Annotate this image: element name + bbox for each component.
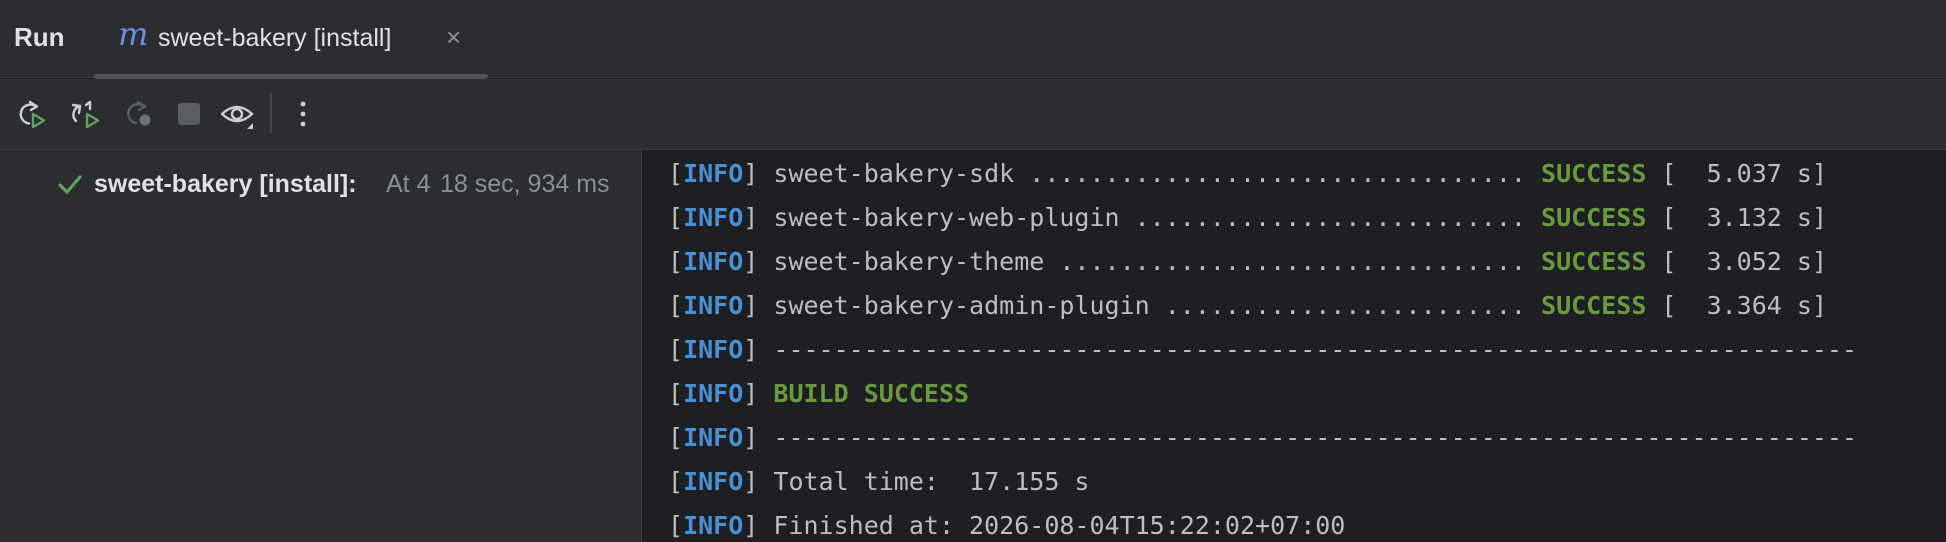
run-tree-pane: sweet-bakery [install]: At 4 18 sec, 934… [0,150,642,542]
log-level-info: INFO [683,335,744,364]
log-message: Total time: 17.155 s [758,467,1090,496]
log-message: sweet-bakery-admin-plugin ..............… [758,291,1542,320]
log-bracket: ] [743,335,759,364]
close-icon[interactable]: × [446,24,461,50]
tab-label: sweet-bakery [install] [158,24,392,52]
log-bracket: ] [743,423,759,452]
log-level-info: INFO [683,511,744,540]
log-status-success: SUCCESS [1541,159,1647,188]
console-line: [INFO] sweet-bakery-web-plugin .........… [668,198,1827,238]
log-duration: [ 3.052 s] [1646,247,1827,276]
console-line: [INFO] sweet-bakery-sdk ................… [668,154,1827,194]
console-line: [INFO] ---------------------------------… [668,418,1857,458]
log-status-success: SUCCESS [1541,247,1647,276]
log-bracket: [ [668,203,684,232]
log-bracket: ] [743,203,759,232]
tree-item-sweet-bakery-install[interactable]: sweet-bakery [install]: At 4 18 sec, 934… [56,164,636,204]
log-message: Finished at: 2026-08-04T15:22:02+07:00 [758,511,1346,540]
log-bracket: [ [668,467,684,496]
console-line: [INFO] ---------------------------------… [668,330,1857,370]
console-line: [INFO] Finished at: 2026-08-04T15:22:02+… [668,506,1345,542]
log-level-info: INFO [683,467,744,496]
log-bracket: ] [743,511,759,540]
run-tool-window: Run m sweet-bakery [install] × sweet-bak… [0,0,1946,542]
tree-item-name: sweet-bakery [install]: [94,170,357,198]
log-bracket: [ [668,291,684,320]
console-line: [INFO] sweet-bakery-theme ..............… [668,242,1827,282]
log-status-success: SUCCESS [1541,203,1647,232]
log-status-success: SUCCESS [1541,291,1647,320]
log-bracket: ] [743,159,759,188]
log-bracket: [ [668,159,684,188]
log-bracket: ] [743,247,759,276]
run-tab-bar: Run m sweet-bakery [install] × [0,0,1946,79]
rerun-debug-icon[interactable] [122,97,156,131]
log-bracket: ] [743,291,759,320]
log-status-success: BUILD SUCCESS [773,379,970,408]
log-level-info: INFO [683,291,744,320]
log-message: sweet-bakery-theme .....................… [758,247,1542,276]
tree-item-started-at: At 4 [386,170,431,198]
log-message: sweet-bakery-web-plugin ................… [758,203,1542,232]
more-options-icon[interactable] [286,97,320,131]
log-bracket: [ [668,511,684,540]
log-bracket: [ [668,423,684,452]
rerun-icon[interactable] [14,97,48,131]
log-bracket: [ [668,247,684,276]
log-message: ----------------------------------------… [758,335,1858,364]
log-level-info: INFO [683,203,744,232]
console-output[interactable]: [INFO] sweet-bakery-sdk ................… [642,150,1946,542]
log-bracket: [ [668,379,684,408]
log-duration: [ 3.132 s] [1646,203,1827,232]
log-duration: [ 3.364 s] [1646,291,1827,320]
maven-m-icon: m [118,15,149,53]
toolbar-separator [270,93,272,133]
log-bracket: [ [668,335,684,364]
check-icon [56,170,84,198]
view-options-icon[interactable] [220,97,254,131]
log-level-info: INFO [683,379,744,408]
run-toolbar [0,79,1946,150]
log-level-info: INFO [683,247,744,276]
console-line: [INFO] sweet-bakery-admin-plugin .......… [668,286,1827,326]
log-bracket: ] [743,467,759,496]
run-title: Run [14,22,65,52]
tree-item-duration: 18 sec, 934 ms [440,170,610,198]
log-message: ----------------------------------------… [758,423,1858,452]
log-level-info: INFO [683,159,744,188]
console-line: [INFO] Total time: 17.155 s [668,462,1089,502]
log-duration: [ 5.037 s] [1646,159,1827,188]
stop-icon[interactable] [172,97,206,131]
console-line: [INFO] BUILD SUCCESS [668,374,969,414]
log-bracket: ] [743,379,759,408]
log-message: sweet-bakery-sdk .......................… [758,159,1542,188]
rerun-failed-icon[interactable] [68,97,102,131]
log-message [758,379,773,408]
tab-sweet-bakery-install[interactable]: m sweet-bakery [install] × [94,0,488,79]
log-level-info: INFO [683,423,744,452]
